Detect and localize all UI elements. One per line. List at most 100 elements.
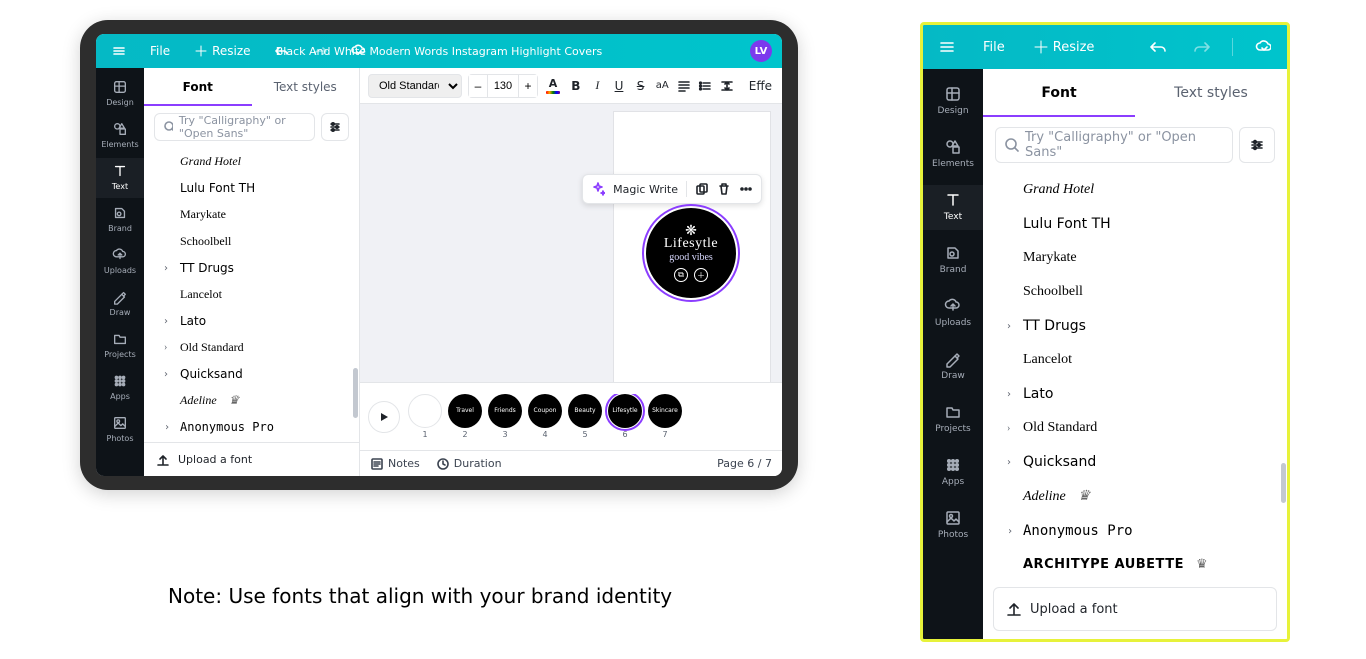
rail-draw[interactable]: Draw — [96, 284, 144, 324]
font-size-input[interactable] — [487, 75, 519, 97]
font-option[interactable]: ARCHITYPE AUBETTE♛ — [983, 548, 1287, 581]
font-option[interactable]: architype bayer-type♛ — [983, 581, 1287, 587]
rail-text[interactable]: Text — [923, 185, 983, 230]
rail-apps[interactable]: Apps — [923, 450, 983, 495]
file-menu[interactable]: File — [144, 41, 176, 61]
user-avatar[interactable]: LV — [750, 40, 772, 62]
rail-draw[interactable]: Draw — [923, 344, 983, 389]
menu-button[interactable] — [933, 36, 961, 58]
scrollbar-thumb[interactable] — [353, 368, 358, 418]
font-option[interactable]: ›Old Standard — [983, 411, 1287, 445]
case-button[interactable]: aA — [654, 75, 670, 97]
font-option[interactable]: ARCHITYPE AUBETTE♛ — [144, 440, 359, 442]
font-option[interactable]: ›Old Standard — [144, 334, 359, 361]
font-family-select[interactable]: Old Standard — [368, 74, 462, 98]
effects-button[interactable]: Effe — [747, 75, 774, 97]
add-badge-icon[interactable]: ＋ — [694, 268, 708, 282]
font-color-button[interactable]: A — [544, 75, 562, 97]
rail-projects[interactable]: Projects — [923, 397, 983, 442]
font-option[interactable]: ›Quicksand — [983, 445, 1287, 479]
font-option[interactable]: Marykate — [983, 241, 1287, 275]
resize-button[interactable]: Resize — [188, 41, 256, 61]
notes-button[interactable]: Notes — [370, 457, 420, 471]
font-option[interactable]: Lulu Font TH — [983, 207, 1287, 241]
upload-font-button[interactable]: Upload a font — [993, 587, 1277, 631]
font-option[interactable]: Schoolbell — [983, 275, 1287, 309]
duplicate-icon[interactable] — [695, 182, 709, 196]
rail-brand[interactable]: Brand — [923, 238, 983, 283]
list-button[interactable] — [698, 75, 714, 97]
page-thumb-1[interactable]: 1 — [408, 394, 442, 439]
font-list[interactable]: Grand HotelLulu Font THMarykateSchoolbel… — [144, 148, 359, 442]
tab-text-styles[interactable]: Text styles — [1135, 69, 1287, 117]
underline-button[interactable]: U — [611, 75, 627, 97]
font-option[interactable]: Grand Hotel — [983, 173, 1287, 207]
rail-uploads[interactable]: Uploads — [96, 242, 144, 282]
font-option[interactable]: ›TT Drugs — [144, 255, 359, 281]
tab-font[interactable]: Font — [983, 69, 1135, 117]
rail-brand[interactable]: Brand — [96, 200, 144, 240]
rail-photos[interactable]: Photos — [923, 503, 983, 548]
filter-button[interactable] — [321, 113, 349, 141]
rail-design[interactable]: Design — [96, 74, 144, 114]
rail-elements[interactable]: Elements — [96, 116, 144, 156]
play-button[interactable] — [368, 401, 400, 433]
redo-button[interactable] — [1188, 36, 1216, 58]
font-size-stepper[interactable]: – + — [468, 74, 538, 98]
rail-design[interactable]: Design — [923, 79, 983, 124]
font-option[interactable]: ›Anonymous Pro — [983, 514, 1287, 548]
font-option[interactable]: Adeline♛ — [144, 387, 359, 414]
font-option[interactable]: Lancelot — [144, 281, 359, 308]
font-option[interactable]: ›Anonymous Pro — [144, 414, 359, 440]
font-option[interactable]: ›Lato — [144, 308, 359, 334]
font-option[interactable]: ›Lato — [983, 377, 1287, 411]
cloud-status[interactable] — [1249, 36, 1277, 58]
duplicate-badge-icon[interactable]: ⧉ — [674, 268, 688, 282]
trash-icon[interactable] — [717, 182, 731, 196]
rail-elements[interactable]: Elements — [923, 132, 983, 177]
decrease-size[interactable]: – — [469, 75, 487, 97]
spacing-button[interactable] — [719, 75, 735, 97]
font-search-input[interactable]: Try "Calligraphy" or "Open Sans" — [995, 127, 1233, 163]
rail-photos[interactable]: Photos — [96, 410, 144, 450]
undo-button[interactable] — [1144, 36, 1172, 58]
bold-button[interactable]: B — [568, 75, 584, 97]
rail-projects[interactable]: Projects — [96, 326, 144, 366]
strikethrough-button[interactable]: S — [633, 75, 649, 97]
align-button[interactable] — [676, 75, 692, 97]
rail-apps[interactable]: Apps — [96, 368, 144, 408]
magic-write-button[interactable]: Magic Write — [613, 183, 678, 196]
font-search-input[interactable]: Try "Calligraphy" or "Open Sans" — [154, 113, 315, 141]
page-thumb-5[interactable]: Beauty5 — [568, 394, 602, 439]
font-option[interactable]: Lulu Font TH — [144, 175, 359, 201]
duration-button[interactable]: Duration — [436, 457, 502, 471]
filter-button[interactable] — [1239, 127, 1275, 163]
font-list[interactable]: Grand HotelLulu Font THMarykateSchoolbel… — [983, 173, 1287, 587]
tab-font[interactable]: Font — [144, 68, 252, 106]
menu-button[interactable] — [106, 41, 132, 61]
font-option[interactable]: ›TT Drugs — [983, 309, 1287, 343]
font-option[interactable]: Marykate — [144, 201, 359, 228]
font-option[interactable]: Lancelot — [983, 343, 1287, 377]
rail-text[interactable]: Text — [96, 158, 144, 198]
increase-size[interactable]: + — [519, 75, 537, 97]
tab-text-styles[interactable]: Text styles — [252, 68, 360, 106]
font-option[interactable]: Schoolbell — [144, 228, 359, 255]
upload-font-button[interactable]: Upload a font — [144, 442, 359, 476]
font-option[interactable]: ›Quicksand — [144, 361, 359, 387]
page-thumb-3[interactable]: Friends3 — [488, 394, 522, 439]
selected-highlight-cover[interactable]: ❋ Lifesytle good vibes ⧉＋ — [646, 208, 736, 298]
rail-uploads[interactable]: Uploads — [923, 291, 983, 336]
page-thumb-4[interactable]: Coupon4 — [528, 394, 562, 439]
page-thumb-2[interactable]: Travel2 — [448, 394, 482, 439]
page-thumb-6[interactable]: Lifesytle6 — [608, 394, 642, 439]
more-icon[interactable] — [739, 182, 753, 196]
font-option[interactable]: Adeline♛ — [983, 479, 1287, 514]
file-menu[interactable]: File — [977, 37, 1011, 58]
page-thumb-7[interactable]: Skincare7 — [648, 394, 682, 439]
scrollbar-thumb[interactable] — [1281, 463, 1286, 503]
italic-button[interactable]: I — [590, 75, 606, 97]
resize-button[interactable]: Resize — [1027, 36, 1101, 58]
font-option[interactable]: Grand Hotel — [144, 148, 359, 175]
canvas[interactable]: Magic Write ❋ Lifesytle good vibes ⧉＋ — [360, 104, 782, 382]
